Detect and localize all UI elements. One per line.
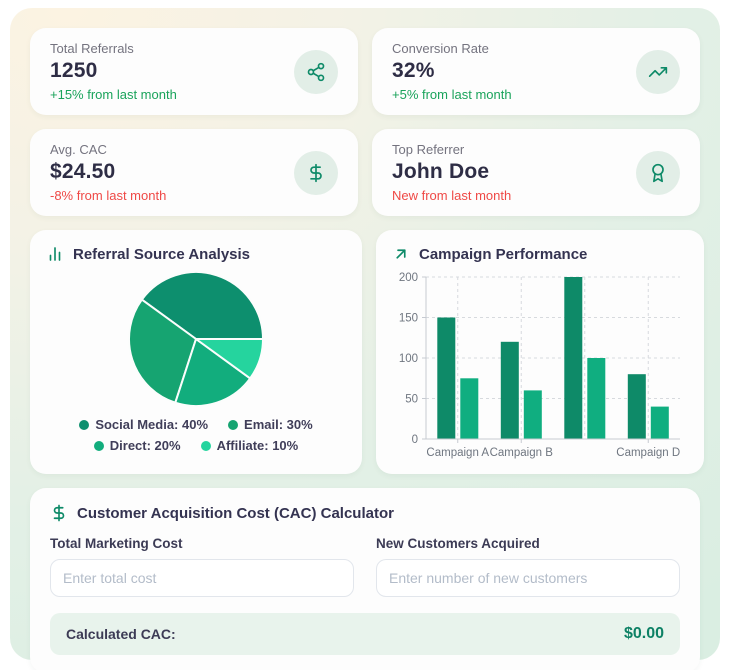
stat-value: $24.50 — [50, 160, 116, 183]
legend-item-social-media: Social Media: 40% — [79, 417, 208, 432]
share-icon — [294, 49, 338, 94]
stat-card-avg-cac: Avg. CAC $24.50 -8% from last month — [30, 129, 358, 216]
calculated-cac-label: Calculated CAC: — [66, 626, 176, 642]
dollar-icon — [53, 504, 65, 522]
x-axis-tick-label: Campaign B — [490, 447, 554, 459]
stat-label: Conversion Rate — [392, 41, 489, 56]
stat-label: Avg. CAC — [50, 142, 107, 157]
legend-item-email: Email: 30% — [228, 417, 313, 432]
campaign-performance-header: Campaign Performance — [392, 245, 688, 263]
legend-label: Direct: 20% — [109, 438, 181, 453]
pie-chart — [128, 271, 264, 407]
legend-dot — [79, 419, 90, 430]
stat-delta: +5% from last month — [392, 87, 512, 102]
award-icon — [636, 150, 680, 195]
y-axis-tick-label: 150 — [399, 313, 418, 325]
stat-text: Conversion Rate 32% +5% from last month — [392, 41, 512, 102]
stat-card-conversion-rate: Conversion Rate 32% +5% from last month — [372, 28, 700, 115]
y-axis-tick-label: 50 — [405, 394, 418, 406]
stat-card-total-referrals: Total Referrals 1250 +15% from last mont… — [30, 28, 358, 115]
campaign-performance-card: Campaign Performance 0 50 100 150 200 Campaig… — [376, 230, 704, 474]
stat-value: John Doe — [392, 160, 490, 183]
dashboard: Total Referrals 1250 +15% from last mont… — [10, 8, 720, 670]
bar-campaign-d-secondary — [650, 406, 669, 439]
bar-campaign-b-primary — [500, 341, 519, 439]
bar-campaign-c-primary — [564, 277, 583, 439]
legend-item-direct: Direct: 20% — [93, 438, 181, 453]
legend-label: Affiliate: 10% — [216, 438, 299, 453]
bar-chart: 0 50 100 150 200 Campaign A Campaign B Campaign… — [399, 272, 680, 459]
field-label: New Customers Acquired — [376, 536, 540, 551]
bar-campaign-a-primary — [437, 317, 456, 439]
legend-dot — [93, 440, 104, 451]
trending-up-icon — [636, 49, 680, 94]
calculated-cac-value: $0.00 — [623, 625, 664, 642]
stat-text: Total Referrals 1250 +15% from last mont… — [50, 41, 177, 102]
total-marketing-cost-input[interactable] — [50, 559, 354, 597]
card-title: Referral Source Analysis — [73, 245, 251, 263]
bar-campaign-a-secondary — [460, 378, 479, 440]
legend-dot — [228, 419, 239, 430]
field-label: Total Marketing Cost — [50, 536, 183, 551]
card-title: Campaign Performance — [419, 245, 588, 263]
legend-label: Email: 30% — [244, 417, 313, 432]
x-axis-tick-label: Campaign D — [616, 447, 680, 459]
stat-label: Total Referrals — [50, 41, 134, 56]
y-axis-tick-label: 0 — [412, 434, 418, 446]
calc-fields: Total Marketing Cost New Customers Acqui… — [50, 536, 680, 597]
x-axis-tick-label: Campaign A — [426, 447, 489, 459]
dollar-icon — [294, 150, 338, 195]
bar-campaign-d-primary — [627, 374, 646, 439]
legend-dot — [200, 440, 211, 451]
stat-delta: -8% from last month — [50, 188, 167, 203]
legend-row: Direct: 20% Affiliate: 10% — [46, 438, 346, 453]
bar-campaign-b-secondary — [523, 390, 542, 439]
stat-value: 32% — [392, 59, 435, 82]
cac-calculator-card: Customer Acquisition Cost (CAC) Calculat… — [30, 488, 700, 670]
field-new-customers-acquired: New Customers Acquired — [376, 536, 680, 597]
stats-grid: Total Referrals 1250 +15% from last mont… — [30, 28, 700, 216]
pie-legend: Social Media: 40% Email: 30% Direct: 20% Af… — [46, 417, 346, 453]
charts-grid: Referral Source Analysis Social Media: 4… — [30, 230, 704, 474]
stat-value: 1250 — [50, 59, 98, 82]
stat-label: Top Referrer — [392, 142, 465, 157]
bar-chart-icon — [49, 247, 61, 261]
y-axis-tick-label: 100 — [399, 353, 418, 365]
stat-text: Avg. CAC $24.50 -8% from last month — [50, 142, 166, 203]
stat-card-top-referrer: Top Referrer John Doe New from last mont… — [372, 129, 700, 216]
referral-source-card: Referral Source Analysis Social Media: 4… — [30, 230, 362, 474]
legend-label: Social Media: 40% — [95, 417, 209, 432]
cac-calculator-header: Customer Acquisition Cost (CAC) Calculat… — [50, 504, 680, 522]
new-customers-input[interactable] — [376, 559, 680, 597]
stat-delta: New from last month — [392, 188, 512, 203]
referral-source-header: Referral Source Analysis — [46, 245, 346, 263]
arrow-up-right-icon — [396, 249, 406, 259]
calculated-cac-box: Calculated CAC: $0.00 — [50, 613, 680, 655]
legend-item-affiliate: Affiliate: 10% — [200, 438, 299, 453]
field-total-marketing-cost: Total Marketing Cost — [50, 536, 354, 597]
bar-campaign-c-secondary — [587, 358, 606, 439]
stat-text: Top Referrer John Doe New from last mont… — [392, 142, 511, 203]
card-title: Customer Acquisition Cost (CAC) Calculat… — [77, 504, 394, 522]
y-axis-tick-label: 200 — [399, 272, 418, 284]
stat-delta: +15% from last month — [50, 87, 177, 102]
legend-row: Social Media: 40% Email: 30% — [46, 417, 346, 432]
